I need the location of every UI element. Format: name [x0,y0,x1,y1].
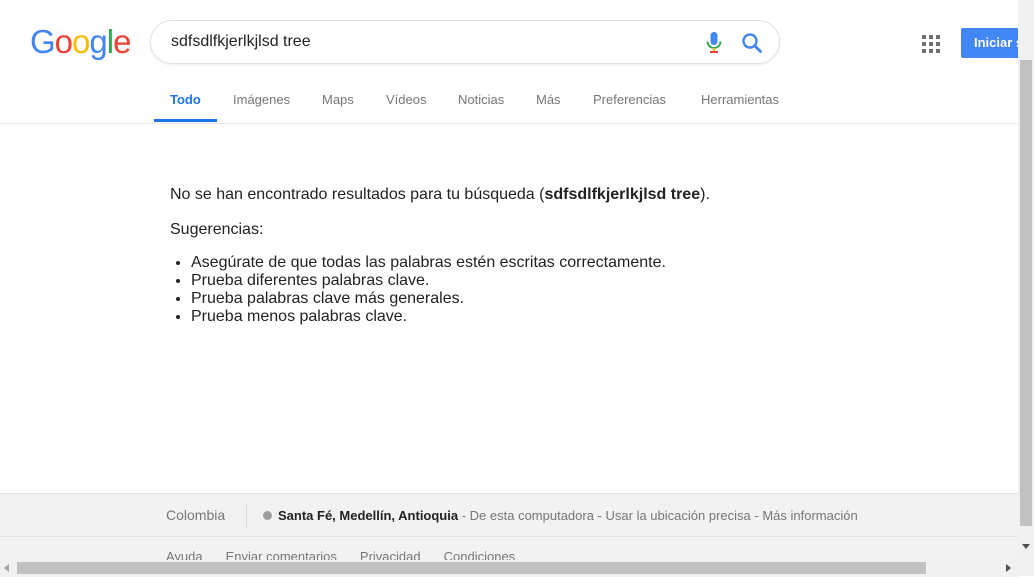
scrollbar-thumb[interactable] [17,562,926,574]
tab-preferences[interactable]: Preferencias [593,92,666,107]
search-box [150,20,780,64]
separator: - [458,508,470,523]
search-tabs: Todo Imágenes Maps Vídeos Noticias Más P… [0,80,1018,124]
footer-country: Colombia [166,507,226,523]
list-item: Asegúrate de que todas las palabras esté… [191,254,710,272]
suggestions-list: Asegúrate de que todas las palabras esté… [170,254,710,326]
list-item: Prueba menos palabras clave. [191,308,710,326]
no-results-prefix: No se han encontrado resultados para tu … [170,186,545,203]
logo-letter: o [72,23,90,60]
apps-grid-icon[interactable] [922,35,940,53]
search-input[interactable] [171,21,691,63]
location-source: De esta computadora [469,508,594,523]
microphone-icon[interactable] [703,31,725,55]
tab-maps[interactable]: Maps [322,92,354,107]
footer-location: Santa Fé, Medellín, Antioquia - De esta … [263,508,858,523]
tab-all[interactable]: Todo [170,92,201,107]
list-item: Prueba diferentes palabras clave. [191,272,710,290]
location-name: Santa Fé, Medellín, Antioquia [278,508,459,523]
active-tab-indicator [154,119,217,122]
separator: - [593,508,606,523]
footer-divider [246,504,247,528]
precise-location-link[interactable]: Usar la ubicación precisa [606,508,751,523]
no-results-suffix: ). [700,186,710,203]
scroll-right-arrow-icon[interactable] [1006,564,1011,572]
signin-button[interactable]: Iniciar s [961,28,1021,58]
scroll-left-arrow-icon[interactable] [4,564,9,572]
tab-images[interactable]: Imágenes [233,92,290,107]
logo-letter: e [113,23,131,60]
no-results-panel: No se han encontrado resultados para tu … [170,185,710,326]
list-item: Prueba palabras clave más generales. [191,290,710,308]
separator: - [750,508,763,523]
horizontal-scrollbar[interactable] [0,560,1034,576]
vertical-scrollbar[interactable] [1018,0,1034,560]
logo-letter: G [30,23,56,60]
scroll-down-arrow-icon[interactable] [1022,544,1030,549]
tab-tools[interactable]: Herramientas [701,92,779,107]
tab-more[interactable]: Más [536,92,561,107]
no-results-query: sdfsdlfkjerlkjlsd tree [544,186,701,203]
tab-news[interactable]: Noticias [458,92,504,107]
footer-location-row: Colombia Santa Fé, Medellín, Antioquia -… [0,494,1018,537]
more-info-link[interactable]: Más información [762,508,857,523]
logo-letter: o [54,23,73,60]
google-logo[interactable]: Google [30,23,131,60]
logo-letter: g [89,23,107,60]
search-icon[interactable] [741,32,763,54]
location-dot-icon [263,511,272,520]
suggestions-title: Sugerencias: [170,221,264,238]
scrollbar-thumb[interactable] [1020,60,1032,526]
no-results-message: No se han encontrado resultados para tu … [170,185,710,205]
tab-videos[interactable]: Vídeos [386,92,426,107]
